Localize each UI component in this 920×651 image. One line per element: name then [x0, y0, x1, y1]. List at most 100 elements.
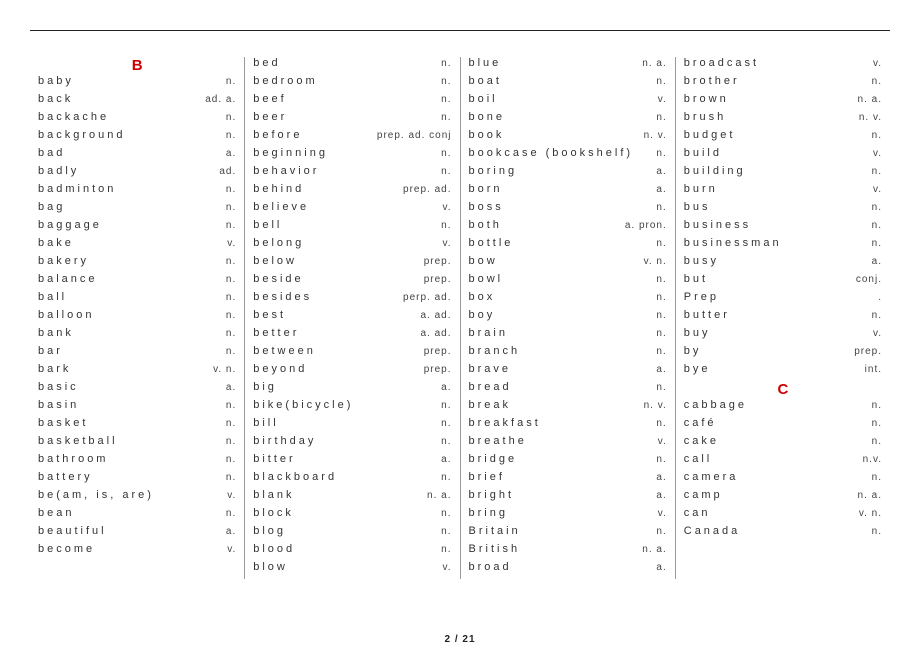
dict-row: briefa. [469, 471, 667, 489]
dict-pos: prep. [420, 364, 452, 375]
dict-row: batteryn. [38, 471, 236, 489]
dict-word: believe [253, 201, 309, 213]
dict-word: burn [684, 183, 718, 195]
dict-row: busya. [684, 255, 882, 273]
dict-row: canv. n. [684, 507, 882, 525]
dict-word: buy [684, 327, 711, 339]
dict-row: buyv. [684, 327, 882, 345]
dict-word: be(am, is, are) [38, 489, 154, 501]
dict-pos: n. [437, 526, 451, 537]
dict-pos: v. n. [640, 256, 667, 267]
dict-word: boring [469, 165, 518, 177]
dict-row: budgetn. [684, 129, 882, 147]
dict-row: caken. [684, 435, 882, 453]
dict-word: basketball [38, 435, 118, 447]
dict-pos: n. [868, 130, 882, 141]
dict-word: broadcast [684, 57, 759, 69]
dict-pos: n. [868, 166, 882, 177]
dict-word: bathroom [38, 453, 108, 465]
dict-pos: n. [222, 328, 236, 339]
dict-pos: n.v. [859, 454, 882, 465]
dict-word: behind [253, 183, 304, 195]
dict-row: bookn. v. [469, 129, 667, 147]
dict-pos: v. [223, 490, 236, 501]
dict-row: bowv. n. [469, 255, 667, 273]
dict-row: besidesperp. ad. [253, 291, 451, 309]
dict-word: basket [38, 417, 88, 429]
dict-word: beside [253, 273, 303, 285]
dict-word: book [469, 129, 505, 141]
dict-word: bakery [38, 255, 89, 267]
dict-pos: a. [652, 562, 666, 573]
dict-pos: n. [437, 58, 451, 69]
dict-word: boil [469, 93, 498, 105]
dict-pos: n. [222, 508, 236, 519]
dict-pos: a. [652, 490, 666, 501]
dict-word: call [684, 453, 713, 465]
dict-pos: n. [868, 472, 882, 483]
dict-pos: ad. [215, 166, 236, 177]
dict-pos: v. [654, 508, 667, 519]
dict-word: Britain [469, 525, 521, 537]
dict-pos: n. [437, 148, 451, 159]
dict-row: bedn. [253, 57, 451, 75]
dict-word: blackboard [253, 471, 337, 483]
dict-word: bike(bicycle) [253, 399, 353, 411]
dict-pos: v. [438, 562, 451, 573]
dict-pos: n. [222, 454, 236, 465]
dict-word: become [38, 543, 95, 555]
section-header: C [684, 381, 882, 399]
dict-word: blue [469, 57, 502, 69]
dict-row: byeint. [684, 363, 882, 381]
dict-word: between [253, 345, 316, 357]
dict-row: be(am, is, are) v. [38, 489, 236, 507]
dict-pos: v. [438, 238, 451, 249]
dict-row: broadcastv. [684, 57, 882, 75]
dict-row: bring v. [469, 507, 667, 525]
dict-row: bluen. a. [469, 57, 667, 75]
dict-row: Britishn. a. [469, 543, 667, 561]
dict-pos: n. a. [638, 544, 666, 555]
dict-row: brothern. [684, 75, 882, 93]
dict-row: balloon n. [38, 309, 236, 327]
dict-word: brush [684, 111, 727, 123]
dict-pos: n. [437, 472, 451, 483]
dict-row: buildingn. [684, 165, 882, 183]
dict-pos: n. [222, 310, 236, 321]
dict-row: badmintonn. [38, 183, 236, 201]
dict-word: blood [253, 543, 295, 555]
dict-pos: prep. [420, 256, 452, 267]
dict-pos: n. [652, 382, 666, 393]
dict-word: brother [684, 75, 740, 87]
dict-row: bike(bicycle)n. [253, 399, 451, 417]
dict-word: bean [38, 507, 74, 519]
dict-row: Prep. [684, 291, 882, 309]
dict-pos: n. [222, 274, 236, 285]
dict-pos: a. [652, 184, 666, 195]
dict-word: busy [684, 255, 719, 267]
dict-word: balloon [38, 309, 94, 321]
dict-row: belongv. [253, 237, 451, 255]
dict-word: café [684, 417, 717, 429]
dict-pos: n. [868, 400, 882, 411]
dict-word: bring [469, 507, 508, 519]
dict-row: bossn. [469, 201, 667, 219]
dict-word: bright [469, 489, 515, 501]
dict-pos: prep. [420, 274, 452, 285]
dict-pos: n. [652, 292, 666, 303]
dict-row: belln. [253, 219, 451, 237]
dict-pos: n. [868, 436, 882, 447]
dict-pos: a. [222, 382, 236, 393]
dict-row: bittera. [253, 453, 451, 471]
dict-pos: v. n. [855, 508, 882, 519]
dict-row: bloodn. [253, 543, 451, 561]
dict-word: branch [469, 345, 521, 357]
dict-word: camp [684, 489, 723, 501]
dict-word: bad [38, 147, 65, 159]
section-header: B [38, 57, 236, 75]
dict-row: buttern. [684, 309, 882, 327]
dict-row: butconj. [684, 273, 882, 291]
dict-word: butter [684, 309, 730, 321]
dict-pos: n. [222, 472, 236, 483]
dict-pos: n. [222, 202, 236, 213]
